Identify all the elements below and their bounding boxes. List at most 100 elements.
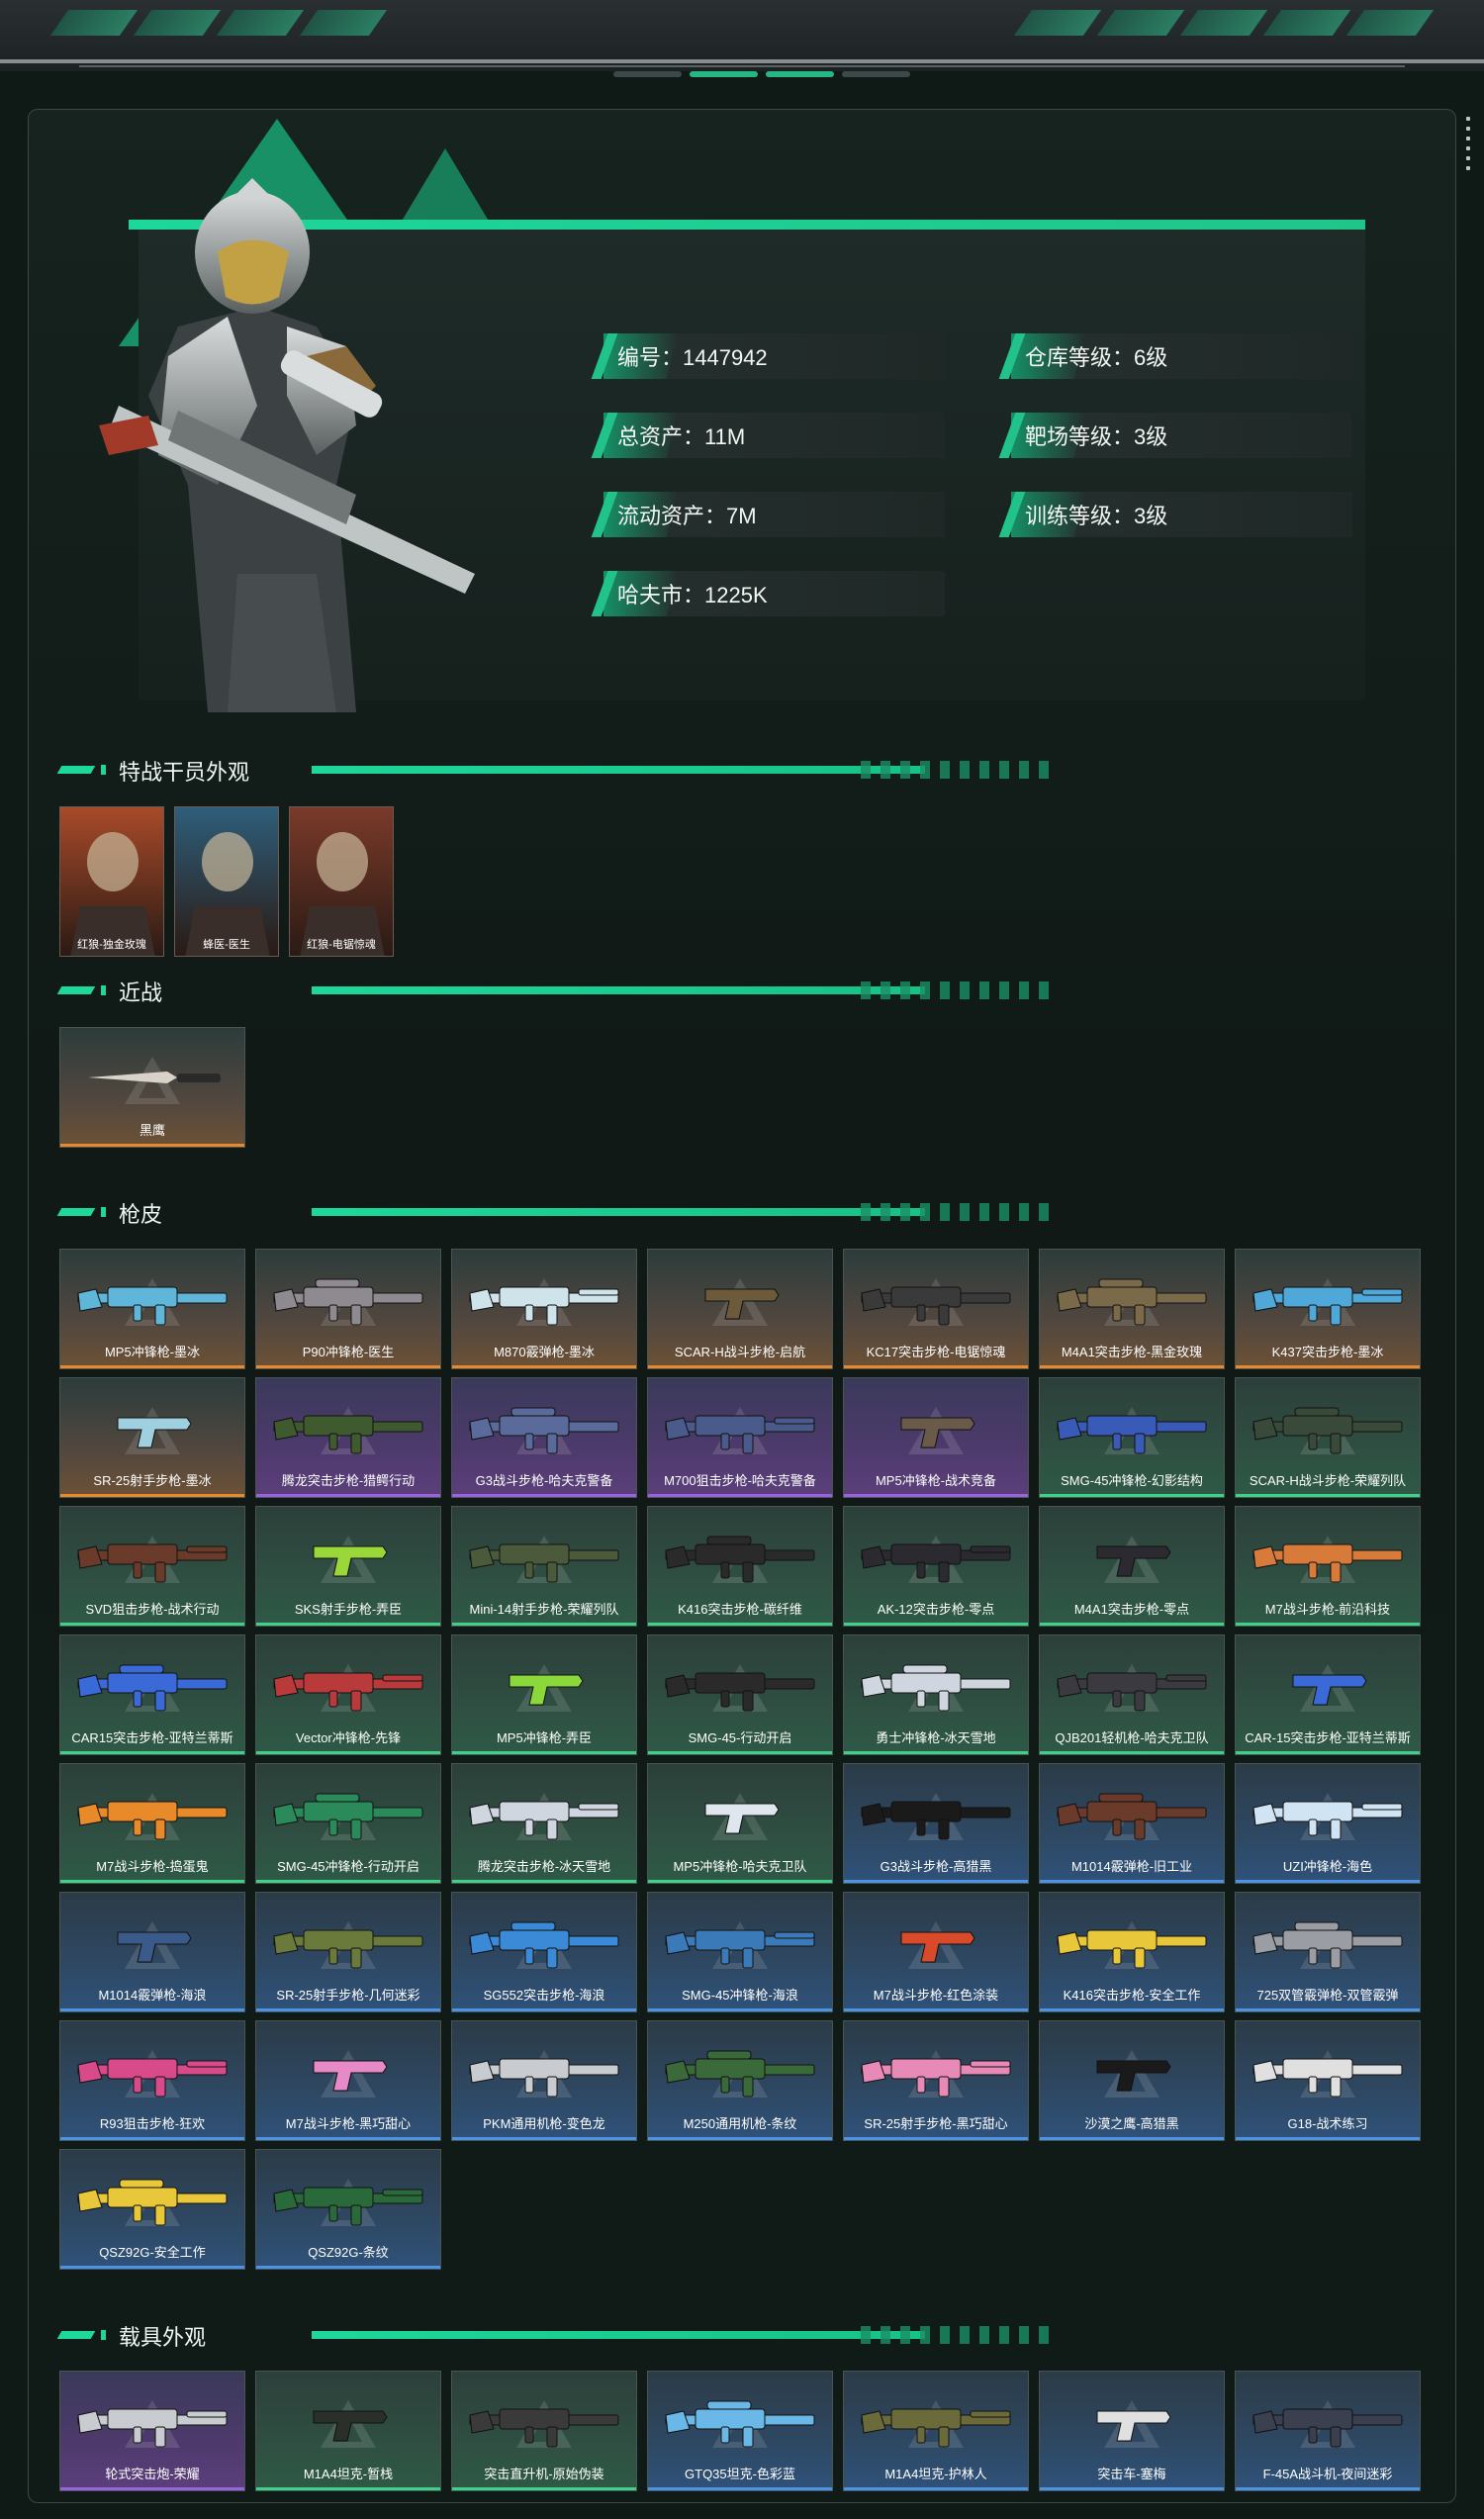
gun-skin-name: K416突击步枪-碳纤维 (678, 1602, 802, 1617)
gun-skin-card[interactable]: KC17突击步枪-电锯惊魂 (843, 1249, 1029, 1369)
rarity-bar (256, 2487, 440, 2490)
rarity-bar (844, 1494, 1028, 1497)
agent-skin-card[interactable]: 红狼-独金玫瑰 (59, 806, 164, 957)
gun-skin-card[interactable]: 腾龙突击步枪-冰天雪地 (451, 1763, 637, 1884)
gun-skin-card[interactable]: SR-25射手步枪-几何迷彩 (255, 1892, 441, 2012)
vehicle-skin-card[interactable]: 轮式突击炮-荣耀 (59, 2371, 245, 2491)
gun-skin-name: M700狙击步枪-哈夫克警备 (664, 1473, 816, 1488)
gun-skin-card[interactable]: CAR15突击步枪-亚特兰蒂斯 (59, 1634, 245, 1755)
gun-skin-card[interactable]: Vector冲锋枪-先锋 (255, 1634, 441, 1755)
rarity-bar (452, 2008, 636, 2011)
gun-skin-card[interactable]: UZI冲锋枪-海色 (1235, 1763, 1421, 1884)
gun-skin-card[interactable]: SCAR-H战斗步枪-荣耀列队 (1235, 1377, 1421, 1498)
gun-skin-card[interactable]: CAR-15突击步枪-亚特兰蒂斯 (1235, 1634, 1421, 1755)
weapon-skin-icon (313, 1545, 388, 1577)
weapon-skin-icon (273, 2187, 423, 2226)
gun-skin-card[interactable]: QSZ92G-安全工作 (59, 2149, 245, 2270)
gun-skin-card[interactable]: M1014霰弹枪-海浪 (59, 1892, 245, 2012)
rarity-bar (256, 1623, 440, 1626)
rarity-bar (1236, 2487, 1420, 2490)
gun-skin-card[interactable]: MP5冲锋枪-哈夫克卫队 (647, 1763, 833, 1884)
rarity-bar (648, 2137, 832, 2140)
gun-skin-card[interactable]: 725双管霰弹枪-双管霰弹 (1235, 1892, 1421, 2012)
gun-skin-card[interactable]: M7战斗步枪-捣蛋鬼 (59, 1763, 245, 1884)
vehicle-skin-card[interactable]: 突击直升机-原始伪装 (451, 2371, 637, 2491)
rarity-bar (256, 1494, 440, 1497)
weapon-skin-icon (861, 1543, 1011, 1583)
gun-skin-card[interactable]: PKM通用机枪-变色龙 (451, 2020, 637, 2141)
gun-skin-card[interactable]: M870霰弹枪-墨冰 (451, 1249, 637, 1369)
gun-skin-card[interactable]: SMG-45冲锋枪-幻影结构 (1039, 1377, 1225, 1498)
gun-skin-card[interactable]: K416突击步枪-安全工作 (1039, 1892, 1225, 2012)
gun-skin-card[interactable]: K437突击步枪-墨冰 (1235, 1249, 1421, 1369)
gun-skin-card[interactable]: SCAR-H战斗步枪-启航 (647, 1249, 833, 1369)
gun-skin-card[interactable]: M4A1突击步枪-黑金玫瑰 (1039, 1249, 1225, 1369)
weapon-skin-icon (1252, 1543, 1403, 1583)
stat-id-text: 编号：1447942 (617, 345, 768, 370)
rarity-bar (844, 2137, 1028, 2140)
gun-skin-card[interactable]: QSZ92G-条纹 (255, 2149, 441, 2270)
rarity-bar (452, 1880, 636, 1883)
rarity-bar (452, 2487, 636, 2490)
gun-skin-card[interactable]: AK-12突击步枪-零点 (843, 1506, 1029, 1627)
gun-skin-card[interactable]: K416突击步枪-碳纤维 (647, 1506, 833, 1627)
gun-skin-card[interactable]: SVD狙击步枪-战术行动 (59, 1506, 245, 1627)
knife-icon (88, 1072, 221, 1083)
gun-skin-card[interactable]: 沙漠之鹰-高猎黑 (1039, 2020, 1225, 2141)
banner-stripes-right (1013, 10, 1435, 40)
gun-skin-card[interactable]: M7战斗步枪-前沿科技 (1235, 1506, 1421, 1627)
gun-skin-name: 腾龙突击步枪-猎鳄行动 (281, 1473, 416, 1488)
vehicle-skin-card[interactable]: M1A4坦克-护林人 (843, 2371, 1029, 2491)
vehicle-skin-card[interactable]: GTQ35坦克-色彩蓝 (647, 2371, 833, 2491)
gun-skin-card[interactable]: G18-战术练习 (1235, 2020, 1421, 2141)
melee-skin-card[interactable]: 黑鹰 (59, 1027, 245, 1148)
rarity-bar (1236, 1751, 1420, 1754)
agent-skin-card[interactable]: 蜂医-医生 (174, 806, 279, 957)
weapon-skin-icon (469, 1921, 619, 1969)
rarity-bar (60, 1365, 244, 1368)
gun-skin-card[interactable]: QJB201轻机枪-哈夫克卫队 (1039, 1634, 1225, 1755)
gun-skin-card[interactable]: SR-25射手步枪-黑巧甜心 (843, 2020, 1029, 2141)
gun-skin-card[interactable]: 勇士冲锋枪-冰天雪地 (843, 1634, 1029, 1755)
gun-skin-card[interactable]: Mini-14射手步枪-荣耀列队 (451, 1506, 637, 1627)
gun-skin-card[interactable]: G3战斗步枪-哈夫克警备 (451, 1377, 637, 1498)
gun-skin-card[interactable]: SKS射手步枪-弄臣 (255, 1506, 441, 1627)
gun-skin-card[interactable]: R93狙击步枪-狂欢 (59, 2020, 245, 2141)
vehicle-skin-name: 突击直升机-原始伪装 (484, 2467, 604, 2481)
gun-skin-card[interactable]: M7战斗步枪-黑巧甜心 (255, 2020, 441, 2141)
weapon-skin-icon (77, 2179, 228, 2226)
gun-skin-card[interactable]: SMG-45-行动开启 (647, 1634, 833, 1755)
scrollbar-handle[interactable] (1466, 117, 1470, 170)
melee-skin-name: 黑鹰 (139, 1123, 165, 1138)
gun-skin-card[interactable]: SG552突击步枪-海浪 (451, 1892, 637, 2012)
gun-skin-name: P90冲锋枪-医生 (302, 1345, 395, 1359)
gun-skin-card[interactable]: MP5冲锋枪-弄臣 (451, 1634, 637, 1755)
gun-skin-card[interactable]: P90冲锋枪-医生 (255, 1249, 441, 1369)
gun-skin-name: SG552突击步枪-海浪 (483, 1988, 605, 2003)
gun-skin-card[interactable]: G3战斗步枪-高猎黑 (843, 1763, 1029, 1884)
gun-skin-card[interactable]: SMG-45冲锋枪-海浪 (647, 1892, 833, 2012)
vehicle-skin-card[interactable]: 突击车-塞梅 (1039, 2371, 1225, 2491)
gun-skin-card[interactable]: MP5冲锋枪-墨冰 (59, 1249, 245, 1369)
gun-skin-card[interactable]: MP5冲锋枪-战术竞备 (843, 1377, 1029, 1498)
agent-skin-card[interactable]: 红狼-电锯惊魂 (289, 806, 394, 957)
gun-skin-name: Vector冲锋枪-先锋 (295, 1730, 402, 1745)
gun-skin-card[interactable]: M7战斗步枪-红色涂装 (843, 1892, 1029, 2012)
gun-skin-card[interactable]: 腾龙突击步枪-猎鳄行动 (255, 1377, 441, 1498)
weapon-skin-icon (900, 1417, 975, 1448)
gun-skin-card[interactable]: M700狙击步枪-哈夫克警备 (647, 1377, 833, 1498)
weapon-skin-icon (77, 2058, 228, 2098)
gun-skin-card[interactable]: SMG-45冲锋枪-行动开启 (255, 1763, 441, 1884)
gun-skin-card[interactable]: SR-25射手步枪-墨冰 (59, 1377, 245, 1498)
gun-skin-card[interactable]: M4A1突击步枪-零点 (1039, 1506, 1225, 1627)
vehicle-skin-card[interactable]: F-45A战斗机-夜间迷彩 (1235, 2371, 1421, 2491)
section-header-vehicles: 载具外观 (56, 2322, 1049, 2351)
weapon-skin-icon (313, 2410, 388, 2442)
section-header-melee: 近战 (56, 978, 1049, 1006)
gun-skin-card[interactable]: M1014霰弹枪-旧工业 (1039, 1763, 1225, 1884)
gun-skin-name: MP5冲锋枪-哈夫克卫队 (673, 1859, 807, 1874)
gun-skin-card[interactable]: M250通用机枪-条纹 (647, 2020, 833, 2141)
vehicle-skin-card[interactable]: M1A4坦克-暂栈 (255, 2371, 441, 2491)
gun-skin-name: K437突击步枪-墨冰 (1271, 1345, 1384, 1359)
stat-total-assets-text: 总资产：11M (617, 424, 746, 449)
